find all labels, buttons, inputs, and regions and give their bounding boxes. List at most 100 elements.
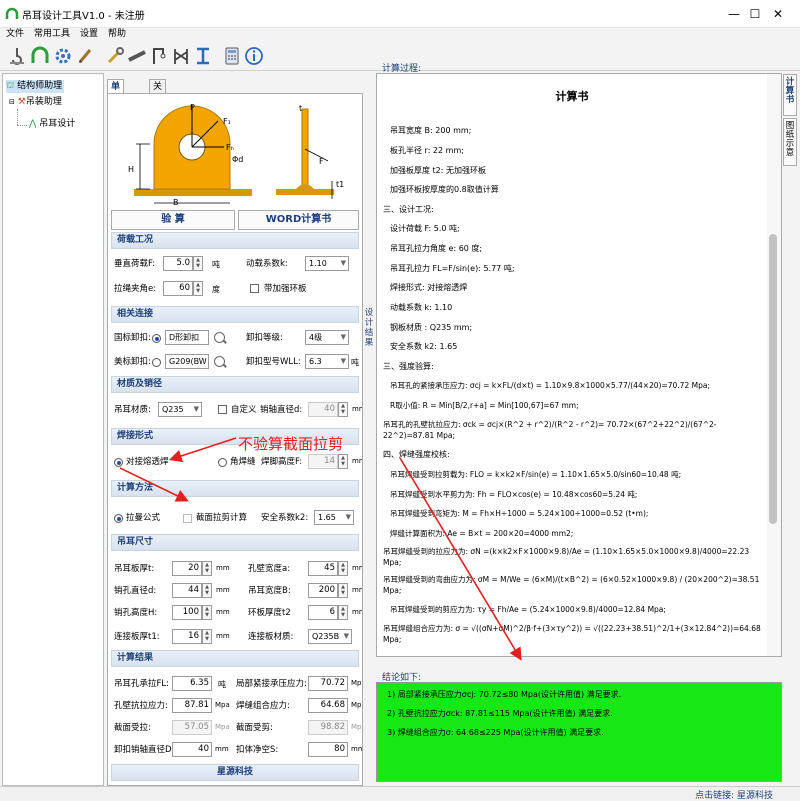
lug-width-input[interactable]: 200 — [308, 583, 338, 598]
document-scrollbar-thumb[interactable] — [769, 234, 777, 524]
connect-plate-spinner[interactable]: ▲ ▼ — [202, 629, 212, 644]
gb-shackle-label: 国标卸扣: — [114, 333, 151, 343]
tree-leaf[interactable]: ⋀ 吊耳设计 — [29, 118, 75, 131]
hole-wall-width-spinner[interactable]: ▲ ▼ — [338, 561, 348, 576]
calculation-document[interactable]: 计算书 吊耳宽度 B: 200 mm; 板孔半径 r: 22 mm; 加强板厚度… — [376, 73, 782, 657]
status-bar: 点击链接: 星源科技 — [0, 786, 800, 801]
tab-about[interactable]: 关于注册 — [149, 79, 167, 134]
tree-child[interactable]: ⊟ ⚒吊装助理 — [9, 96, 62, 109]
angle-input[interactable]: 60 — [163, 281, 193, 296]
angle-spinner[interactable]: ▲ ▼ — [193, 281, 203, 296]
doc-line: 设计荷载 F: 5.0 吨; — [390, 224, 460, 233]
vertical-load-spinner[interactable]: ▲ ▼ — [193, 256, 203, 271]
hole-diameter-spinner[interactable]: ▲ ▼ — [202, 583, 212, 598]
ring-thickness-input[interactable]: 6 — [308, 605, 338, 620]
tension-formula-radio[interactable] — [114, 514, 123, 523]
tree-line — [17, 109, 18, 125]
butt-weld-radio[interactable] — [114, 458, 123, 467]
custom-checkbox[interactable] — [218, 405, 227, 414]
beam-icon[interactable] — [126, 45, 148, 67]
vertical-load-input[interactable]: 5.0 — [163, 256, 193, 271]
diagram-label-f: F — [319, 157, 324, 166]
us-shackle-radio[interactable] — [152, 358, 161, 367]
gear-icon[interactable] — [52, 45, 74, 67]
pin-height-spinner[interactable]: ▲ ▼ — [202, 605, 212, 620]
doc-line: 加强环板按厚度的0.8取值计算 — [390, 185, 499, 194]
lug-width-unit: mm — [352, 586, 362, 594]
calculate-button[interactable]: 验 算 — [111, 210, 235, 230]
search-icon[interactable] — [214, 356, 225, 367]
pin-height-input[interactable]: 100 — [172, 605, 202, 620]
search-icon[interactable] — [214, 332, 225, 343]
tree-root[interactable]: ⛫ 结构师助理 — [6, 80, 65, 93]
safety-factor-select[interactable]: 1.65 ▼ — [314, 510, 354, 525]
gb-shackle-radio[interactable] — [152, 334, 161, 343]
ring-thickness-spinner[interactable]: ▲ ▼ — [338, 605, 348, 620]
status-link[interactable]: 点击链接: 星源科技 — [695, 788, 773, 801]
tension-formula-label: 拉曼公式 — [126, 513, 161, 523]
plate-material-value: Q235B — [312, 632, 340, 641]
word-report-button[interactable]: WORD计算书 — [238, 210, 359, 230]
tab-drawing[interactable]: 图纸示意 — [783, 118, 797, 166]
dynamic-factor-label: 动载系数k: — [246, 259, 288, 269]
dynamic-factor-select[interactable]: 1.10 ▼ — [305, 256, 349, 271]
shackle-grade-select[interactable]: 4级 ▼ — [305, 330, 349, 345]
tree-arch-icon: ⛫ — [6, 81, 15, 91]
material-select[interactable]: Q235 ▼ — [158, 402, 202, 417]
footer-brand-link[interactable]: 星源科技 — [111, 764, 359, 781]
pin-diameter-label: 销轴直径d: — [260, 405, 303, 415]
plate-material-select[interactable]: Q235B ▼ — [308, 629, 352, 644]
close-button[interactable]: ✕ — [756, 0, 800, 28]
hole-diameter-input[interactable]: 44 — [172, 583, 202, 598]
shackle-pin-value: 40 — [172, 742, 212, 757]
plate-thickness-spinner[interactable]: ▲ ▼ — [202, 561, 212, 576]
gb-shackle-value: D形卸扣 — [169, 333, 200, 342]
connect-plate-input[interactable]: 16 — [172, 629, 202, 644]
tab-single-lug[interactable]: 单板吊耳 — [107, 79, 125, 134]
pin-diameter-spinner[interactable]: ▲ ▼ — [338, 402, 348, 417]
shackle-clearance-label: 扣体净空S: — [236, 745, 279, 755]
weld-stress-unit: Mpa — [351, 701, 362, 709]
hole-capacity-value: 6.35 — [172, 676, 212, 691]
menu-file[interactable]: 文件 — [6, 28, 24, 40]
hole-wall-width-label: 孔壁宽度a: — [248, 564, 291, 574]
gb-shackle-select[interactable]: D形卸扣 — [165, 330, 209, 345]
section-method: 计算方法 — [111, 480, 359, 497]
i-beam-icon[interactable] — [192, 45, 214, 67]
menu-help[interactable]: 帮助 — [108, 28, 126, 40]
section-shear-checkbox[interactable] — [183, 514, 192, 523]
design-result-label[interactable]: 设计结果 — [364, 308, 374, 348]
plate-thickness-input[interactable]: 20 — [172, 561, 202, 576]
ring-thickness-unit: mm — [352, 608, 362, 616]
shackle-model-select[interactable]: 6.3 ▼ — [305, 354, 349, 369]
fillet-weld-label: 角焊缝 — [230, 457, 256, 467]
doc-heading: 四、焊缝强度校核: — [383, 450, 450, 459]
hole-wall-width-input[interactable]: 45 — [308, 561, 338, 576]
menu-tools[interactable]: 常用工具 — [34, 28, 70, 40]
pin-diameter-input[interactable]: 40 — [308, 402, 338, 417]
doc-line: 钢板材质 : Q235 mm; — [390, 323, 473, 332]
arch-icon[interactable] — [29, 45, 51, 67]
info-icon[interactable] — [243, 45, 265, 67]
brush-icon[interactable] — [75, 45, 97, 67]
tab-calc-report[interactable]: 计算书 — [783, 74, 797, 116]
fillet-weld-radio[interactable] — [218, 458, 227, 467]
hook-icon[interactable] — [6, 45, 28, 67]
section-tension-unit: Mpa — [215, 723, 230, 731]
weld-height-spinner[interactable]: ▲ ▼ — [338, 454, 348, 469]
wrench-icon[interactable] — [104, 45, 126, 67]
calculator-icon[interactable] — [221, 45, 243, 67]
weld-height-input[interactable]: 14 — [308, 454, 338, 469]
shackle-grade-value: 4级 — [309, 333, 323, 342]
bearing-stress-unit: Mpa — [351, 679, 362, 687]
chevron-down-icon: ▼ — [193, 405, 199, 413]
lug-width-spinner[interactable]: ▲ ▼ — [338, 583, 348, 598]
reinforce-checkbox[interactable] — [250, 284, 259, 293]
menu-settings[interactable]: 设置 — [80, 28, 98, 40]
us-shackle-label: 美标卸扣: — [114, 357, 151, 367]
hole-wall-width-unit: mm — [352, 564, 362, 572]
crane-icon[interactable] — [147, 45, 169, 67]
us-shackle-select[interactable]: G209(BW — [165, 354, 209, 369]
frame-icon[interactable] — [170, 45, 192, 67]
diagram-label-t1: t1 — [336, 180, 345, 189]
